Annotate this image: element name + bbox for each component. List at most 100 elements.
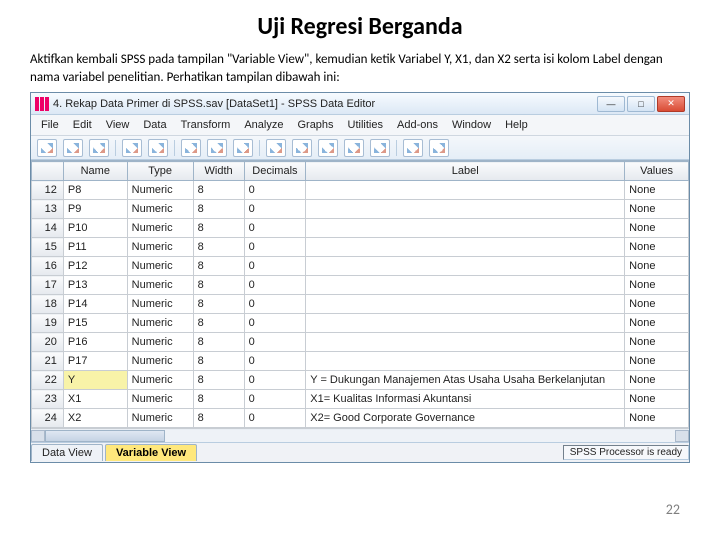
table-row[interactable]: 23X1Numeric80X1= Kualitas Informasi Akun… — [32, 390, 689, 409]
cell-label[interactable] — [306, 352, 625, 371]
variables-icon[interactable] — [207, 139, 227, 157]
row-number[interactable]: 20 — [32, 333, 64, 352]
cell-decimals[interactable]: 0 — [244, 276, 306, 295]
cell-name[interactable]: P11 — [63, 238, 127, 257]
cell-name[interactable]: P8 — [63, 181, 127, 200]
cell-decimals[interactable]: 0 — [244, 390, 306, 409]
table-row[interactable]: 22YNumeric80Y = Dukungan Manajemen Atas … — [32, 371, 689, 390]
cell-name[interactable]: Y — [63, 371, 127, 390]
cell-width[interactable]: 8 — [193, 333, 244, 352]
menu-graphs[interactable]: Graphs — [291, 117, 339, 133]
menu-data[interactable]: Data — [137, 117, 172, 133]
table-row[interactable]: 19P15Numeric80None — [32, 314, 689, 333]
menu-help[interactable]: Help — [499, 117, 534, 133]
cell-type[interactable]: Numeric — [127, 314, 193, 333]
cell-decimals[interactable]: 0 — [244, 219, 306, 238]
menu-window[interactable]: Window — [446, 117, 497, 133]
col-decimals[interactable]: Decimals — [244, 162, 306, 181]
value-labels-icon[interactable] — [403, 139, 423, 157]
cell-values[interactable]: None — [625, 257, 689, 276]
maximize-button[interactable]: □ — [627, 96, 655, 112]
cell-width[interactable]: 8 — [193, 314, 244, 333]
cell-values[interactable]: None — [625, 219, 689, 238]
cell-values[interactable]: None — [625, 295, 689, 314]
table-row[interactable]: 13P9Numeric80None — [32, 200, 689, 219]
cell-values[interactable]: None — [625, 390, 689, 409]
cell-name[interactable]: P14 — [63, 295, 127, 314]
cell-values[interactable]: None — [625, 276, 689, 295]
cell-decimals[interactable]: 0 — [244, 371, 306, 390]
weight-cases-icon[interactable] — [344, 139, 364, 157]
cell-label[interactable] — [306, 181, 625, 200]
undo-icon[interactable] — [122, 139, 142, 157]
cell-name[interactable]: P15 — [63, 314, 127, 333]
tab-variable-view[interactable]: Variable View — [105, 444, 197, 461]
scroll-track[interactable] — [45, 430, 675, 442]
cell-name[interactable]: P17 — [63, 352, 127, 371]
menu-view[interactable]: View — [100, 117, 136, 133]
cell-type[interactable]: Numeric — [127, 371, 193, 390]
cell-decimals[interactable]: 0 — [244, 257, 306, 276]
cell-values[interactable]: None — [625, 333, 689, 352]
menu-addons[interactable]: Add-ons — [391, 117, 444, 133]
table-row[interactable]: 12P8Numeric80None — [32, 181, 689, 200]
cell-type[interactable]: Numeric — [127, 238, 193, 257]
cell-values[interactable]: None — [625, 200, 689, 219]
save-icon[interactable] — [63, 139, 83, 157]
cell-type[interactable]: Numeric — [127, 409, 193, 428]
scroll-thumb[interactable] — [45, 430, 165, 442]
cell-name[interactable]: X1 — [63, 390, 127, 409]
row-number[interactable]: 12 — [32, 181, 64, 200]
cell-type[interactable]: Numeric — [127, 200, 193, 219]
row-number[interactable]: 23 — [32, 390, 64, 409]
cell-label[interactable] — [306, 200, 625, 219]
row-number[interactable]: 14 — [32, 219, 64, 238]
split-file-icon[interactable] — [318, 139, 338, 157]
cell-label[interactable] — [306, 314, 625, 333]
redo-icon[interactable] — [148, 139, 168, 157]
table-row[interactable]: 18P14Numeric80None — [32, 295, 689, 314]
col-blank[interactable] — [32, 162, 64, 181]
cell-type[interactable]: Numeric — [127, 181, 193, 200]
cell-label[interactable]: Y = Dukungan Manajemen Atas Usaha Usaha … — [306, 371, 625, 390]
goto-icon[interactable] — [181, 139, 201, 157]
col-type[interactable]: Type — [127, 162, 193, 181]
cell-name[interactable]: P10 — [63, 219, 127, 238]
col-label[interactable]: Label — [306, 162, 625, 181]
cell-decimals[interactable]: 0 — [244, 200, 306, 219]
find-icon[interactable] — [233, 139, 253, 157]
row-number[interactable]: 22 — [32, 371, 64, 390]
cell-type[interactable]: Numeric — [127, 295, 193, 314]
menu-utilities[interactable]: Utilities — [342, 117, 389, 133]
use-sets-icon[interactable] — [429, 139, 449, 157]
cell-type[interactable]: Numeric — [127, 276, 193, 295]
cell-values[interactable]: None — [625, 238, 689, 257]
cell-width[interactable]: 8 — [193, 238, 244, 257]
select-cases-icon[interactable] — [370, 139, 390, 157]
menu-transform[interactable]: Transform — [175, 117, 237, 133]
cell-values[interactable]: None — [625, 181, 689, 200]
cell-decimals[interactable]: 0 — [244, 238, 306, 257]
row-number[interactable]: 15 — [32, 238, 64, 257]
cell-type[interactable]: Numeric — [127, 333, 193, 352]
col-name[interactable]: Name — [63, 162, 127, 181]
cell-type[interactable]: Numeric — [127, 390, 193, 409]
cell-type[interactable]: Numeric — [127, 257, 193, 276]
table-row[interactable]: 14P10Numeric80None — [32, 219, 689, 238]
cell-label[interactable] — [306, 219, 625, 238]
table-row[interactable]: 21P17Numeric80None — [32, 352, 689, 371]
menu-analyze[interactable]: Analyze — [238, 117, 289, 133]
row-number[interactable]: 21 — [32, 352, 64, 371]
table-row[interactable]: 24X2Numeric80X2= Good Corporate Governan… — [32, 409, 689, 428]
menu-edit[interactable]: Edit — [67, 117, 98, 133]
cell-label[interactable] — [306, 257, 625, 276]
tab-data-view[interactable]: Data View — [31, 444, 103, 461]
cell-name[interactable]: P12 — [63, 257, 127, 276]
cell-name[interactable]: P9 — [63, 200, 127, 219]
title-bar[interactable]: 4. Rekap Data Primer di SPSS.sav [DataSe… — [31, 93, 689, 115]
scroll-left-button[interactable] — [31, 430, 45, 442]
menu-file[interactable]: File — [35, 117, 65, 133]
cell-label[interactable] — [306, 295, 625, 314]
insert-var-icon[interactable] — [292, 139, 312, 157]
open-icon[interactable] — [37, 139, 57, 157]
